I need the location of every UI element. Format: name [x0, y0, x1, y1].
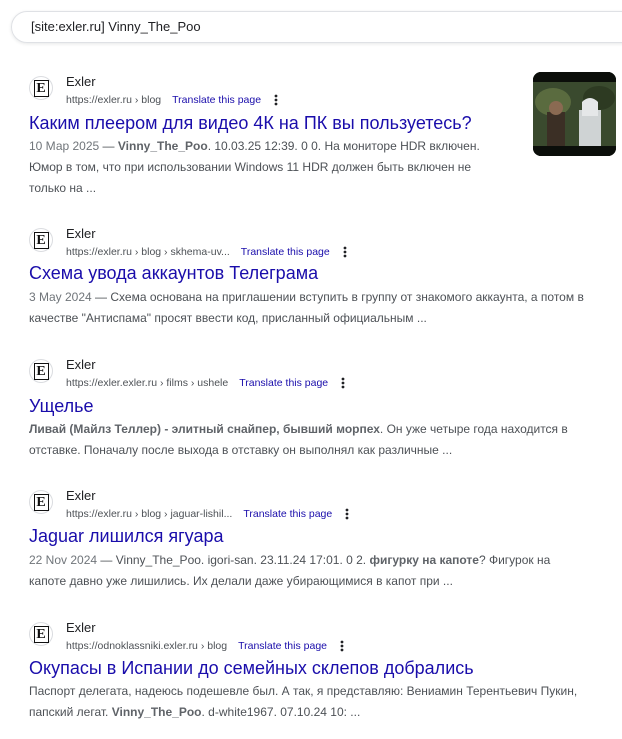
- translate-link[interactable]: Translate this page: [172, 94, 261, 106]
- site-url: https://exler.ru › blog › skhema-uv... T…: [66, 245, 350, 259]
- result-title[interactable]: Каким плеером для видео 4К на ПК вы поль…: [29, 112, 472, 134]
- translate-link[interactable]: Translate this page: [243, 508, 332, 520]
- site-url: https://exler.ru › blog › jaguar-lishil.…: [66, 507, 352, 521]
- result-title[interactable]: Окупасы в Испании до семейных склепов до…: [29, 657, 474, 679]
- result-title[interactable]: Ущелье: [29, 395, 94, 417]
- search-bar[interactable]: [site:exler.ru] Vinny_The_Poo: [11, 11, 622, 43]
- result-snippet: 22 Nov 2024 — Vinny_The_Poo. igori-san. …: [29, 553, 551, 588]
- site-favicon-icon[interactable]: E: [29, 490, 53, 514]
- site-url: https://odnoklassniki.exler.ru › blog Tr…: [66, 639, 347, 653]
- translate-link[interactable]: Translate this page: [238, 640, 327, 652]
- more-vert-icon[interactable]: [340, 245, 350, 259]
- site-favicon-icon[interactable]: E: [29, 228, 53, 252]
- more-vert-icon[interactable]: [342, 507, 352, 521]
- result-title[interactable]: Jaguar лишился ягуара: [29, 525, 223, 547]
- translate-link[interactable]: Translate this page: [239, 377, 328, 389]
- site-name[interactable]: Exler: [66, 620, 96, 635]
- more-vert-icon[interactable]: [337, 639, 347, 653]
- breadcrumb-url[interactable]: https://exler.ru › blog › skhema-uv...: [66, 246, 230, 258]
- breadcrumb-url[interactable]: https://odnoklassniki.exler.ru › blog: [66, 640, 227, 652]
- result-snippet: 10 Мар 2025 — Vinny_The_Poo. 10.03.25 12…: [29, 139, 480, 195]
- result-snippet: Паспорт делегата, надеюсь подешевле был.…: [29, 684, 578, 719]
- breadcrumb-url[interactable]: https://exler.ru › blog › jaguar-lishil.…: [66, 508, 232, 520]
- breadcrumb-url[interactable]: https://exler.exler.ru › films › ushele: [66, 377, 228, 389]
- result-snippet: 3 May 2024 — Схема основана на приглашен…: [29, 290, 584, 325]
- translate-link[interactable]: Translate this page: [241, 246, 330, 258]
- site-favicon-icon[interactable]: E: [29, 359, 53, 383]
- result-title[interactable]: Схема увода аккаунтов Телеграма: [29, 262, 318, 284]
- breadcrumb-url[interactable]: https://exler.ru › blog: [66, 94, 161, 106]
- site-name[interactable]: Exler: [66, 226, 96, 241]
- site-name[interactable]: Exler: [66, 357, 96, 372]
- site-favicon-icon[interactable]: E: [29, 76, 53, 100]
- search-input[interactable]: [site:exler.ru] Vinny_The_Poo: [31, 19, 201, 34]
- result-thumbnail[interactable]: [533, 72, 616, 156]
- site-name[interactable]: Exler: [66, 74, 96, 89]
- more-vert-icon[interactable]: [271, 93, 281, 107]
- site-name[interactable]: Exler: [66, 488, 96, 503]
- result-snippet: Ливай (Майлз Теллер) - элитный снайпер, …: [29, 422, 568, 457]
- site-favicon-icon[interactable]: E: [29, 622, 53, 646]
- site-url: https://exler.exler.ru › films › ushele …: [66, 376, 348, 390]
- site-url: https://exler.ru › blog Translate this p…: [66, 93, 281, 107]
- more-vert-icon[interactable]: [338, 376, 348, 390]
